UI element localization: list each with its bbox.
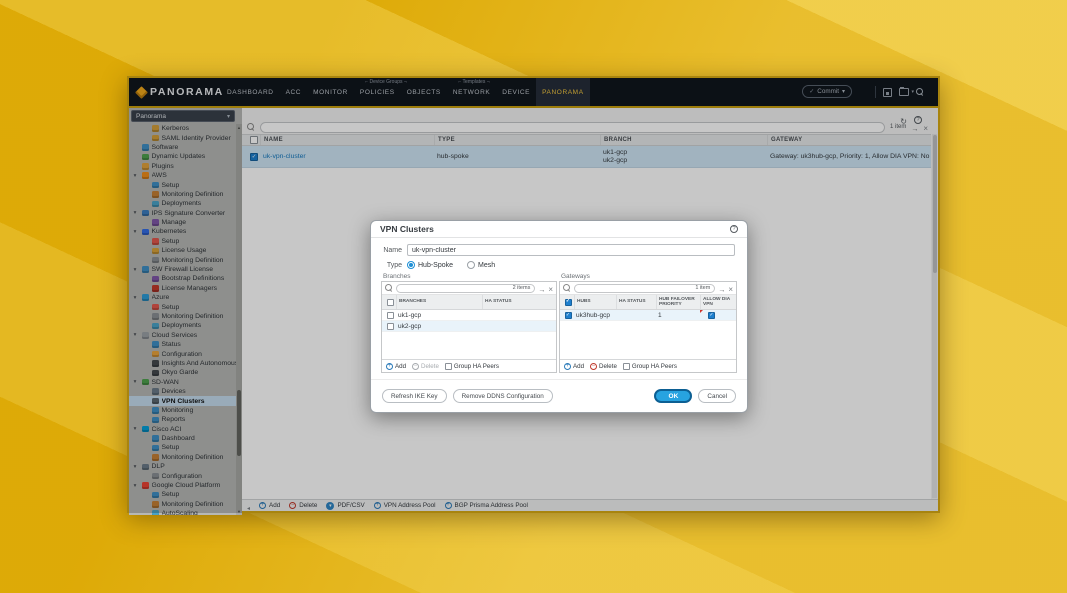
column-allow-dia-vpn[interactable]: ALLOW DIA VPN [700,295,736,309]
cancel-button[interactable]: Cancel [698,389,736,403]
gateways-count: 1 item [695,285,710,291]
mesh-radio[interactable] [467,261,475,269]
gateways-search-row: 1 item [560,282,736,295]
delete-button[interactable]: Delete [590,363,617,370]
column-hub-failover-priority[interactable]: HUB FAILOVER PRIORITY [656,295,700,309]
type-row: Type Hub-Spoke Mesh [371,261,747,269]
branches-panel-label: Branches [383,273,410,280]
checkbox-icon [565,312,572,319]
type-label: Type [371,262,407,269]
vpn-clusters-dialog: VPN Clusters ? Name Type Hub-Spoke Mesh … [370,220,748,413]
delete-label: Delete [599,363,617,370]
name-label: Name [371,247,407,254]
refresh-ike-key-button[interactable]: Refresh IKE Key [382,389,447,403]
row-checkbox[interactable] [382,310,396,320]
remove-ddns-button[interactable]: Remove DDNS Configuration [453,389,553,403]
cell [616,310,656,320]
name-row: Name [371,244,747,256]
dialog-footer: Refresh IKE Key Remove DDNS Configuratio… [371,379,747,412]
branches-panel: 2 items BRANCHES HA STATUS uk1-gcpuk2-gc… [381,281,557,373]
column-ha-status[interactable]: HA STATUS [616,295,656,309]
checkbox-icon [445,363,452,370]
gateways-filter-input[interactable]: 1 item [574,284,715,293]
hub-spoke-radio-label: Hub-Spoke [418,262,453,269]
cell: uk1-gcp [396,310,482,320]
checkbox-icon [387,312,394,319]
column-hubs[interactable]: HUBS [574,295,616,309]
gateways-footer: Add Delete Group HA Peers [560,359,736,372]
group-ha-peers-checkbox[interactable]: Group HA Peers [445,363,499,370]
add-button[interactable]: Add [564,363,584,370]
minus-circle-icon [590,363,597,370]
gateways-panel: 1 item HUBS HA STATUS HUB FAILOVER PRIOR… [559,281,737,373]
branches-footer: Add Delete Group HA Peers [382,359,556,372]
branch-row-uk1-gcp[interactable]: uk1-gcp [382,310,556,321]
cell [482,310,556,320]
allow-dia-vpn-checkbox[interactable] [700,310,736,320]
search-icon [385,284,393,292]
add-button[interactable]: Add [386,363,406,370]
cell: uk2-gcp [396,321,482,331]
plus-circle-icon [564,363,571,370]
cell: 1 [656,310,700,320]
hub-spoke-radio[interactable] [407,261,415,269]
cell [482,321,556,331]
checkbox-icon [387,323,394,330]
mesh-radio-label: Mesh [478,262,495,269]
select-all-checkbox[interactable] [382,295,396,309]
checkbox-icon [623,363,630,370]
gateway-row-uk3hub-gcp[interactable]: uk3hub-gcp 1 [560,310,736,321]
group-ha-peers-label: Group HA Peers [454,363,499,370]
checkbox-icon [708,312,715,319]
dialog-header: VPN Clusters ? [371,221,747,238]
branch-row-uk2-gcp[interactable]: uk2-gcp [382,321,556,332]
branches-table-header: BRANCHES HA STATUS [382,295,556,310]
help-icon[interactable]: ? [730,225,738,233]
plus-circle-icon [386,363,393,370]
ok-button[interactable]: OK [654,389,692,403]
branches-filter-input[interactable]: 2 items [396,284,535,293]
group-ha-peers-checkbox[interactable]: Group HA Peers [623,363,677,370]
cell: uk3hub-gcp [574,310,616,320]
group-ha-peers-label: Group HA Peers [632,363,677,370]
gateways-rows: uk3hub-gcp 1 [560,310,736,321]
add-label: Add [395,363,406,370]
row-checkbox[interactable] [560,310,574,320]
delete-button[interactable]: Delete [412,363,439,370]
delete-label: Delete [421,363,439,370]
column-branches[interactable]: BRANCHES [396,295,482,309]
modified-marker-icon [700,310,703,313]
name-field[interactable] [407,244,735,256]
row-checkbox[interactable] [382,321,396,331]
branches-search-row: 2 items [382,282,556,295]
select-all-checkbox[interactable] [560,295,574,309]
branches-count: 2 items [513,285,531,291]
gateways-panel-label: Gateways [561,273,590,280]
desktop-wallpaper: PANORAMA DASHBOARDACCMONITORPOLICIESOBJE… [0,0,1067,593]
column-ha-status[interactable]: HA STATUS [482,295,556,309]
branches-rows: uk1-gcpuk2-gcp [382,310,556,332]
dialog-title: VPN Clusters [380,224,434,234]
gateways-table-header: HUBS HA STATUS HUB FAILOVER PRIORITY ALL… [560,295,736,310]
add-label: Add [573,363,584,370]
minus-circle-icon [412,363,419,370]
search-icon [563,284,571,292]
